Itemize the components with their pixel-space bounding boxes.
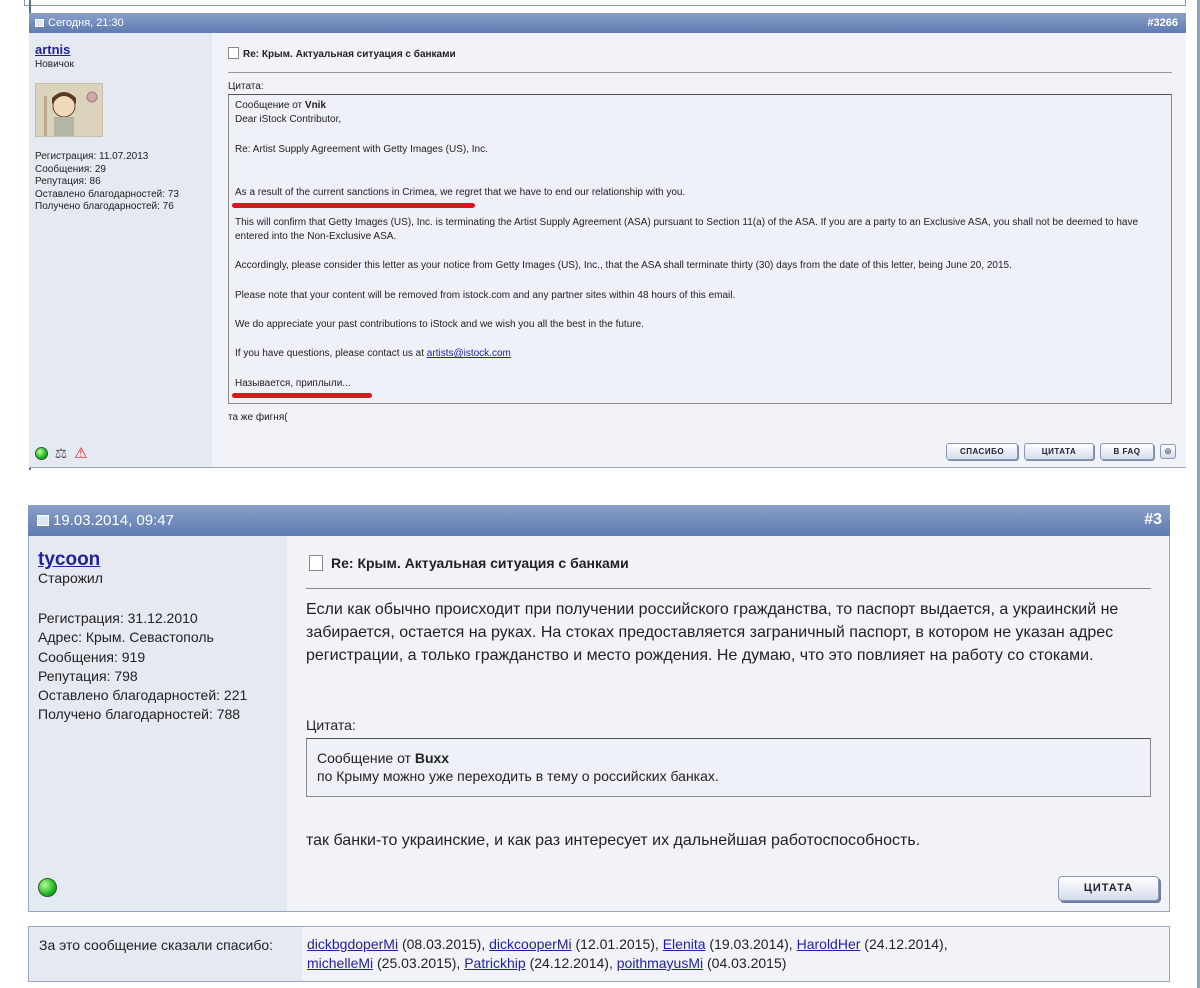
quote-button[interactable]: ЦИТАТА [1024, 443, 1094, 460]
thanks-user-link[interactable]: poithmayusMi [617, 955, 703, 971]
quote-author-line: Сообщение от Buxx [317, 750, 450, 766]
quote-author-line: Сообщение от Vnik [235, 100, 327, 111]
quote-author: Vnik [304, 100, 327, 111]
reputation-icon[interactable]: ⚖ [55, 445, 68, 462]
thanks-date: (24.12.2014), [529, 955, 613, 971]
quote-paragraph-4: Please note that your content will be re… [235, 290, 736, 301]
quote-box: Сообщение от Buxx по Крыму можно уже пер… [306, 738, 1151, 797]
red-underline-marker [232, 203, 475, 208]
quote-paragraph-7: Называется, приплыли... [235, 378, 351, 389]
thanks-bar: За это сообщение сказали спасибо: dickbg… [28, 926, 1170, 982]
stat-posts: Сообщения: 919 [38, 648, 146, 665]
post-number-link[interactable]: #3266 [1147, 17, 1178, 29]
post-header: Сегодня, 21:30 #3266 [29, 13, 1186, 33]
quote-greeting: Dear iStock Contributor, [235, 114, 342, 125]
quote-label: Цитата: [306, 717, 356, 733]
thanks-date: (04.03.2015) [707, 955, 787, 971]
stat-address: Адрес: Крым. Севастополь [38, 629, 214, 646]
thanks-date: (12.01.2015), [575, 936, 659, 952]
quote-paragraph-1: As a result of the current sanctions in … [235, 187, 686, 198]
stat-registration: Регистрация: 11.07.2013 [35, 151, 149, 162]
multiquote-icon[interactable]: ⊕ [1160, 444, 1176, 459]
post-content: Re: Крым. Актуальная ситуация с банками … [287, 536, 1170, 912]
email-link[interactable]: artists@istock.com [427, 348, 511, 359]
stat-posts: Сообщения: 29 [35, 163, 106, 175]
quote-subject: Re: Artist Supply Agreement with Getty I… [235, 144, 488, 155]
post-title-icon [309, 555, 323, 571]
thanks-user-link[interactable]: HaroldHer [797, 936, 861, 952]
user-info-panel: artnis Новичок Регистрация: 11.07.2013 С… [29, 33, 212, 467]
stat-reputation: Репутация: 798 [38, 667, 138, 684]
post-title: Re: Крым. Актуальная ситуация с банками [228, 47, 456, 60]
post-title: Re: Крым. Актуальная ситуация с банками [309, 555, 629, 571]
quote-author: Buxx [414, 750, 450, 766]
quote-text: по Крыму можно уже переходить в тему о р… [317, 768, 719, 784]
faq-button[interactable]: В FAQ [1100, 443, 1154, 460]
stat-thanks-received: Получено благодарностей: 76 [35, 201, 174, 212]
online-status-icon [38, 878, 57, 897]
user-rank: Старожил [38, 570, 103, 586]
report-warning-icon[interactable]: ⚠ [74, 444, 87, 462]
thanks-user-link[interactable]: michelleMi [307, 955, 373, 971]
post-status-icon [35, 19, 44, 27]
quote-box: Сообщение от Vnik Dear iStock Contributo… [228, 94, 1172, 404]
post-status-icon [37, 515, 49, 526]
thanks-label: За это сообщение сказали спасибо: [29, 927, 302, 981]
title-divider [306, 588, 1151, 589]
post-title-icon [228, 47, 239, 59]
username-link[interactable]: tycoon [38, 549, 100, 571]
quote-label: Цитата: [228, 81, 264, 92]
post-bottom-border [28, 911, 1170, 912]
post-date: Сегодня, 21:30 [35, 17, 124, 29]
quote-paragraph-2: This will confirm that Getty Images (US)… [235, 217, 1139, 242]
post-content: Re: Крым. Актуальная ситуация с банками … [212, 33, 1186, 467]
thanks-user-list: dickbgdoperMi (08.03.2015), dickcooperMi… [307, 935, 1157, 973]
post-bottom-border [29, 467, 1186, 468]
online-status-icon [35, 446, 48, 460]
thanks-user-link[interactable]: dickbgdoperMi [307, 936, 398, 952]
stat-registration: Регистрация: 31.12.2010 [38, 610, 198, 626]
user-stats: Регистрация: 11.07.2013 Сообщения: 29 Ре… [35, 151, 179, 214]
previous-post-border [24, 0, 1186, 6]
red-underline-marker [232, 393, 372, 398]
post-number-link[interactable]: #3 [1144, 511, 1162, 529]
thanks-user-link[interactable]: Patrickhip [464, 955, 525, 971]
post-reply-text: так банки-то украинские, и как раз интер… [306, 832, 921, 849]
thanks-date: (19.03.2014), [709, 936, 793, 952]
thanks-date: (08.03.2015), [401, 936, 486, 952]
quote-button[interactable]: ЦИТАТА [1058, 876, 1159, 901]
avatar[interactable] [35, 83, 103, 137]
post-header: 19.03.2014, 09:47 #3 [28, 505, 1170, 536]
stat-thanks-given: Оставлено благодарностей: 221 [38, 687, 248, 704]
thanks-user-link[interactable]: dickcooperMi [489, 936, 571, 952]
quote-paragraph-6: If you have questions, please contact us… [235, 348, 511, 359]
quote-paragraph-5: We do appreciate your past contributions… [235, 319, 644, 330]
post-reply-text: та же фигня( [228, 412, 288, 423]
stat-thanks-received: Получено благодарностей: 788 [38, 706, 241, 723]
thanks-button[interactable]: СПАСИБО [946, 443, 1018, 460]
post-date: 19.03.2014, 09:47 [37, 512, 174, 529]
title-divider [228, 72, 1172, 73]
user-info-panel: tycoon Старожил Регистрация: 31.12.2010 … [28, 536, 287, 912]
stat-thanks-given: Оставлено благодарностей: 73 [35, 188, 179, 200]
thanks-user-link[interactable]: Elenita [663, 936, 706, 952]
user-status-icons: ⚖ ⚠ [35, 444, 88, 462]
user-rank: Новичок [35, 59, 74, 70]
username-link[interactable]: artnis [35, 42, 70, 57]
post-body: Если как обычно происходит при получении… [306, 601, 1119, 664]
user-stats: Регистрация: 31.12.2010 Адрес: Крым. Сев… [38, 609, 247, 725]
quote-paragraph-3: Accordingly, please consider this letter… [235, 260, 1012, 271]
thanks-date: (24.12.2014), [864, 936, 948, 952]
thanks-date: (25.03.2015), [377, 955, 461, 971]
stat-reputation: Репутация: 86 [35, 176, 101, 187]
